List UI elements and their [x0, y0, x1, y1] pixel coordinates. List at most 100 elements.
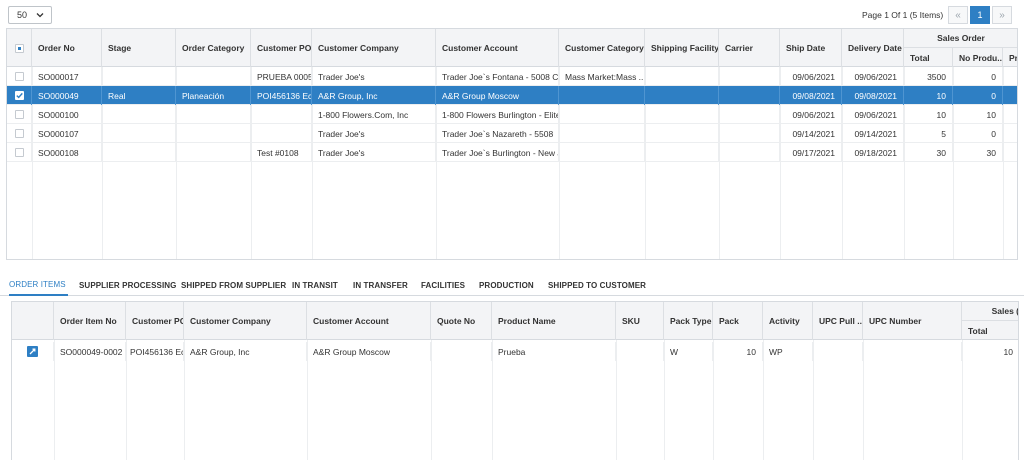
cell-upc-pull	[813, 342, 863, 361]
col-pack-type[interactable]: Pack Type	[664, 302, 713, 340]
col-group-sales: Sales (	[962, 302, 1018, 321]
select-all-checkbox[interactable]	[14, 43, 24, 53]
col-sku[interactable]: SKU	[616, 302, 664, 340]
tab-production[interactable]: PRODUCTION	[479, 275, 534, 296]
page-size-select[interactable]: 50	[8, 6, 52, 24]
orders-grid: Order No Stage Order Category Customer P…	[6, 28, 1018, 260]
cell-total: 10	[904, 105, 953, 124]
table-row[interactable]: SO000017 PRUEBA 0005 Trader Joe's Trader…	[7, 67, 1017, 86]
col-total[interactable]: Total	[904, 48, 953, 67]
row-checkbox[interactable]	[14, 72, 24, 81]
col-customer-category[interactable]: Customer Category	[559, 29, 645, 67]
cell-order-category	[176, 67, 251, 86]
page-1-button[interactable]: 1	[970, 6, 990, 24]
table-row[interactable]: SO000107 Trader Joe's Trader Joe`s Nazar…	[7, 124, 1017, 143]
col-product-name[interactable]: Product Name	[492, 302, 616, 340]
cell-order-category	[176, 143, 251, 162]
page-size-value: 50	[17, 10, 28, 20]
checkmark-icon	[15, 92, 23, 99]
col-order-category[interactable]: Order Category	[176, 29, 251, 67]
cell-order-category	[176, 105, 251, 124]
table-row-selected[interactable]: SO000049 Real Planeación POI456136 Eco A…	[7, 86, 1017, 105]
cell-shipping-facility	[645, 86, 719, 105]
cell-order-no: SO000100	[32, 105, 102, 124]
col-quote-no[interactable]: Quote No	[431, 302, 492, 340]
cell-stage	[102, 124, 176, 143]
table-row[interactable]: SO000108 Test #0108 Trader Joe's Trader …	[7, 143, 1017, 162]
edit-row-button[interactable]	[27, 346, 38, 357]
row-checkbox-cell	[7, 143, 32, 162]
col-customer-po[interactable]: Customer PO	[126, 302, 184, 340]
cell-order-category	[176, 124, 251, 143]
table-row[interactable]: SO000100 1-800 Flowers.Com, Inc 1-800 Fl…	[7, 105, 1017, 124]
cell-customer-company: A&R Group, Inc	[184, 342, 307, 361]
tab-shipped-to-customer[interactable]: SHIPPED TO CUSTOMER	[548, 275, 646, 296]
row-checkbox[interactable]	[14, 110, 24, 119]
cell-stage: Real	[102, 86, 176, 105]
row-checkbox-checked[interactable]	[14, 91, 24, 100]
cell-order-no: SO000107	[32, 124, 102, 143]
col-order-item-no[interactable]: Order Item No	[54, 302, 126, 340]
edit-cell	[12, 342, 54, 361]
cell-no-production: 30	[953, 143, 1003, 162]
prev-page-button[interactable]: «	[948, 6, 968, 24]
cell-delivery-date: 09/18/2021	[842, 143, 904, 162]
cell-sku	[616, 342, 664, 361]
row-checkbox[interactable]	[14, 148, 24, 157]
col-customer-company[interactable]: Customer Company	[312, 29, 436, 67]
col-edit	[12, 302, 54, 340]
col-carrier[interactable]: Carrier	[719, 29, 780, 67]
detail-tabs: ORDER ITEMS SUPPLIER PROCESSING SHIPPED …	[0, 275, 1024, 296]
cell-customer-company: Trader Joe's	[312, 67, 436, 86]
tab-in-transit[interactable]: IN TRANSIT	[292, 275, 338, 296]
chevron-down-icon	[36, 13, 44, 18]
col-upc-number[interactable]: UPC Number	[863, 302, 962, 340]
col-stage[interactable]: Stage	[102, 29, 176, 67]
col-activity[interactable]: Activity	[763, 302, 813, 340]
col-order-no[interactable]: Order No	[32, 29, 102, 67]
cell-customer-account: 1-800 Flowers Burlington - Elite...	[436, 105, 559, 124]
cell-customer-po	[251, 105, 312, 124]
cell-ship-date: 09/06/2021	[780, 105, 842, 124]
cell-upc-number	[863, 342, 962, 361]
cell-ship-date: 09/06/2021	[780, 67, 842, 86]
cell-customer-company: A&R Group, Inc	[312, 86, 436, 105]
col-shipping-facility[interactable]: Shipping Facility	[645, 29, 719, 67]
cell-no-production: 0	[953, 67, 1003, 86]
tab-in-transfer[interactable]: IN TRANSFER	[353, 275, 408, 296]
col-customer-account[interactable]: Customer Account	[436, 29, 559, 67]
cell-customer-account: Trader Joe`s Burlington - New J...	[436, 143, 559, 162]
row-checkbox-cell	[7, 105, 32, 124]
col-total[interactable]: Total	[962, 321, 1018, 340]
tab-facilities[interactable]: FACILITIES	[421, 275, 465, 296]
cell-stage	[102, 67, 176, 86]
cell-total: 10	[904, 86, 953, 105]
pager-bar: 50 Page 1 Of 1 (5 Items) « 1 »	[0, 0, 1024, 28]
cell-customer-company: 1-800 Flowers.Com, Inc	[312, 105, 436, 124]
tab-supplier-processing[interactable]: SUPPLIER PROCESSING	[79, 275, 176, 296]
col-customer-account[interactable]: Customer Account	[307, 302, 431, 340]
col-pr[interactable]: Pr	[1003, 48, 1017, 67]
tab-order-items[interactable]: ORDER ITEMS	[9, 275, 68, 296]
cell-order-no: SO000017	[32, 67, 102, 86]
next-page-button[interactable]: »	[992, 6, 1012, 24]
col-delivery-date[interactable]: Delivery Date	[842, 29, 904, 67]
col-customer-po[interactable]: Customer PO	[251, 29, 312, 67]
col-customer-company[interactable]: Customer Company	[184, 302, 307, 340]
cell-stage	[102, 105, 176, 124]
tab-shipped-from-supplier[interactable]: SHIPPED FROM SUPPLIER	[181, 275, 286, 296]
cell-order-category: Planeación	[176, 86, 251, 105]
cell-product-name: Prueba	[492, 342, 616, 361]
col-upc-pull[interactable]: UPC Pull ...	[813, 302, 863, 340]
col-pack[interactable]: Pack	[713, 302, 763, 340]
cell-no-production: 10	[953, 105, 1003, 124]
cell-customer-category	[559, 86, 645, 105]
cell-customer-company: Trader Joe's	[312, 124, 436, 143]
col-ship-date[interactable]: Ship Date	[780, 29, 842, 67]
table-row[interactable]: SO000049-0002 POI456136 Eco A&R Group, I…	[12, 342, 1018, 361]
cell-total: 3500	[904, 67, 953, 86]
col-no-production[interactable]: No Produ...	[953, 48, 1003, 67]
cell-delivery-date: 09/08/2021	[842, 86, 904, 105]
row-checkbox[interactable]	[14, 129, 24, 138]
col-group-sales-order: Sales Order	[904, 29, 1017, 48]
